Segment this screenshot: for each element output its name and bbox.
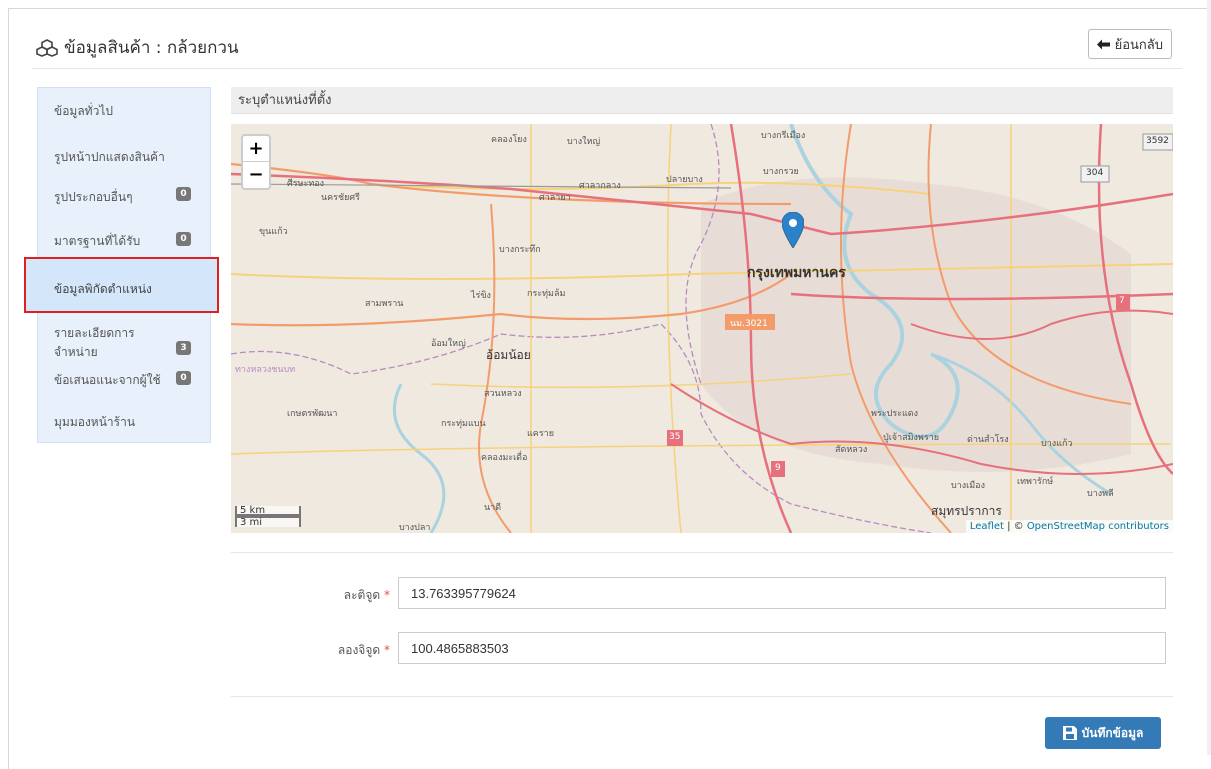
map-place-label: พระประแดง bbox=[871, 409, 919, 419]
map-place-label: ปู่เจ้าสมิงพราย bbox=[883, 433, 940, 443]
zoom-control: + − bbox=[241, 134, 271, 190]
osm-link[interactable]: OpenStreetMap contributors bbox=[1027, 521, 1169, 532]
map-place-label: อ้อมใหญ่ bbox=[431, 339, 466, 349]
map-place-label: คลองมะเดื่อ bbox=[481, 453, 528, 463]
required-mark: * bbox=[384, 588, 390, 602]
road-shield: 35 bbox=[669, 432, 681, 442]
sidebar-item-location[interactable]: ข้อมูลพิกัดตำแหน่ง bbox=[0, 280, 172, 310]
scale-km: 5 km bbox=[235, 506, 301, 516]
map-place-label: ด่านสำโรง bbox=[967, 435, 1009, 445]
map-place-label: แคราย bbox=[527, 429, 554, 439]
map-place-label: กระทุ่มล้ม bbox=[527, 289, 566, 299]
page-title-text: ข้อมูลสินค้า : กล้วยกวน bbox=[64, 38, 239, 58]
map-place-label: บางกระทึก bbox=[499, 245, 541, 255]
page-title: ข้อมูลสินค้า : กล้วยกวน bbox=[36, 34, 239, 61]
map-place-label: กรุงเทพมหานคร bbox=[747, 265, 846, 281]
zoom-in-button[interactable]: + bbox=[243, 136, 269, 162]
sidebar-item-distribution[interactable]: รายละเอียดการจำหน่าย 3 bbox=[0, 324, 191, 359]
sidebar-item-label: ข้อมูลพิกัดตำแหน่ง bbox=[54, 282, 152, 296]
section-title: ระบุตำแหน่งที่ตั้ง bbox=[231, 87, 1173, 114]
attribution-separator: | © bbox=[1003, 521, 1027, 532]
form-divider bbox=[231, 696, 1173, 697]
sidebar-item-general[interactable]: ข้อมูลทั่วไป bbox=[0, 101, 172, 131]
map-place-label: สัดหลวง bbox=[835, 445, 868, 455]
map-place-label: สวนหลวง bbox=[484, 389, 522, 399]
map-place-label: อ้อมน้อย bbox=[486, 348, 531, 362]
map-place-label: บางใหญ่ bbox=[567, 137, 601, 147]
leaflet-link[interactable]: Leaflet bbox=[970, 521, 1004, 532]
save-icon bbox=[1062, 726, 1077, 740]
sidebar-item-storefront[interactable]: มุมมองหน้าร้าน bbox=[0, 413, 172, 443]
map-place-label: บางปลา bbox=[399, 523, 431, 533]
map-place-label: นาดี bbox=[484, 503, 502, 513]
sidebar-item-label: ข้อเสนอแนะจากผู้ใช้ bbox=[54, 373, 161, 387]
count-badge: 0 bbox=[176, 232, 191, 246]
longitude-label: ลองจิจูด * bbox=[270, 641, 390, 660]
count-badge: 3 bbox=[176, 341, 191, 355]
sidebar-item-label: รายละเอียดการจำหน่าย bbox=[54, 326, 135, 359]
map-place-label: สามพราน bbox=[365, 299, 404, 309]
count-badge: 0 bbox=[176, 371, 191, 385]
location-map[interactable]: คลองโยง บางใหญ่ บางกรวย ศาลากลาง ปลายบาง… bbox=[231, 124, 1173, 533]
latitude-input[interactable]: 13.763395779624 bbox=[398, 577, 1166, 609]
road-shield: 3592 bbox=[1146, 136, 1169, 146]
sidebar-item-label: ข้อมูลทั่วไป bbox=[54, 104, 113, 118]
latitude-label-text: ละติจูด bbox=[343, 588, 381, 602]
form-divider bbox=[231, 552, 1173, 553]
page-header: ข้อมูลสินค้า : กล้วยกวน ย้อนกลับ bbox=[32, 24, 1182, 69]
map-place-label: บางพลี bbox=[1087, 489, 1114, 499]
sidebar-item-cover-image[interactable]: รูปหน้าปกแสดงสินค้า bbox=[0, 147, 172, 177]
sidebar-item-standards[interactable]: มาตรฐานที่ได้รับ 0 bbox=[0, 232, 191, 262]
road-shield: นม.3021 bbox=[730, 319, 768, 329]
map-place-label: เกษตรพัฒนา bbox=[287, 409, 338, 419]
longitude-input[interactable]: 100.4865883503 bbox=[398, 632, 1166, 664]
map-place-label: ทางหลวงชนบท bbox=[235, 365, 296, 375]
map-place-label: คลองโยง bbox=[491, 135, 527, 145]
save-button[interactable]: บันทึกข้อมูล bbox=[1045, 717, 1161, 749]
location-pin-icon[interactable] bbox=[782, 212, 804, 248]
map-scale: 5 km 3 mi bbox=[235, 506, 301, 528]
map-place-label: ขุนแก้ว bbox=[259, 227, 288, 237]
back-button-label: ย้อนกลับ bbox=[1114, 37, 1163, 53]
map-place-label: สมุทรปราการ bbox=[931, 504, 1002, 518]
road-shield: 9 bbox=[775, 463, 781, 473]
longitude-label-text: ลองจิจูด bbox=[337, 643, 381, 657]
map-place-label: บางกรวย bbox=[763, 167, 799, 177]
map-place-label: ศาลากลาง bbox=[579, 181, 621, 191]
sidebar-item-label: รูปหน้าปกแสดงสินค้า bbox=[54, 150, 165, 164]
map-place-label: ศาลายา bbox=[539, 193, 571, 203]
zoom-out-button[interactable]: − bbox=[243, 162, 269, 188]
map-attribution: Leaflet | © OpenStreetMap contributors bbox=[965, 520, 1173, 533]
road-shield: 7 bbox=[1119, 296, 1125, 306]
map-place-label: บางเมือง bbox=[951, 481, 985, 491]
sidebar-item-other-images[interactable]: รูปประกอบอื่นๆ 0 bbox=[0, 187, 191, 217]
scale-mi: 3 mi bbox=[235, 516, 301, 528]
map-place-label: กระทุ่มแบน bbox=[441, 419, 486, 429]
road-shield: 304 bbox=[1086, 168, 1104, 178]
required-mark: * bbox=[384, 643, 390, 657]
map-place-label: บางกรีเมือง bbox=[761, 131, 806, 141]
sidebar-item-label: มุมมองหน้าร้าน bbox=[54, 415, 136, 429]
map-place-label: ปลายบาง bbox=[666, 175, 703, 185]
map-place-label: นครชัยศรี bbox=[321, 193, 360, 203]
save-button-label: บันทึกข้อมูล bbox=[1081, 725, 1144, 740]
back-button[interactable]: ย้อนกลับ bbox=[1087, 29, 1172, 59]
map-place-label: ไร่ขิง bbox=[471, 291, 491, 301]
map-place-label: บางแก้ว bbox=[1041, 439, 1073, 449]
count-badge: 0 bbox=[176, 187, 191, 201]
cubes-icon bbox=[36, 38, 58, 57]
latitude-label: ละติจูด * bbox=[270, 586, 390, 605]
sidebar-item-label: รูปประกอบอื่นๆ bbox=[54, 190, 133, 204]
sidebar-item-label: มาตรฐานที่ได้รับ bbox=[54, 234, 141, 248]
map-place-label: เทพารักษ์ bbox=[1017, 477, 1054, 487]
map-place-label: ศีรษะทอง bbox=[287, 179, 325, 189]
arrow-left-icon bbox=[1096, 39, 1110, 49]
page-scrollbar[interactable] bbox=[1207, 0, 1211, 755]
sidebar-item-feedback[interactable]: ข้อเสนอแนะจากผู้ใช้ 0 bbox=[0, 371, 191, 401]
